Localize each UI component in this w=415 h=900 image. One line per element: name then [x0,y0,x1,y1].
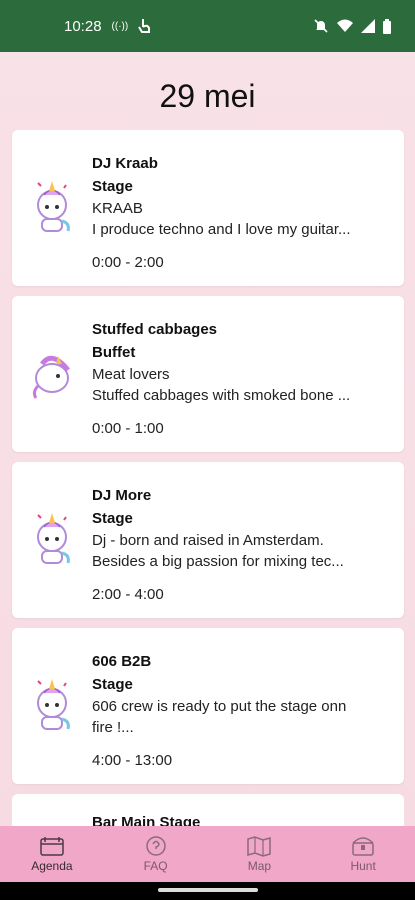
event-time: 0:00 - 2:00 [92,254,164,271]
page-title: 29 mei [159,78,256,114]
status-time: 10:28 [64,17,102,35]
event-location: Buffet [92,344,136,361]
event-card[interactable]: Bar Main Stage [12,794,404,826]
nav-map[interactable]: Map [219,835,299,873]
hunt-icon [352,837,374,856]
nav-label: Map [247,859,272,873]
faq-icon [145,836,166,856]
signal-icon [361,19,375,33]
event-description: Meat lovers [92,366,170,383]
status-bar: 10:28 ((·)) [0,0,415,52]
event-location: Stage [92,676,133,693]
event-description: I produce techno and I love my guitar... [92,221,351,238]
map-icon [247,836,272,857]
event-description: Dj - born and raised in Amsterdam. [92,532,324,549]
agenda-icon [40,837,64,856]
unicorn-icon [12,462,92,618]
nav-agenda[interactable]: Agenda [12,835,92,873]
event-name: Bar Main Stage [92,814,201,826]
event-list: DJ Kraab Stage KRAAB I produce techno an… [12,130,404,794]
nav-faq[interactable]: FAQ [116,835,196,873]
event-description: Besides a big passion for mixing tec... [92,553,344,570]
cast-icon: ((·)) [111,20,129,32]
event-card[interactable]: Stuffed cabbages Buffet Meat lovers Stuf… [12,296,404,452]
event-time: 2:00 - 4:00 [92,586,164,603]
event-description: KRAAB [92,200,143,217]
battery-icon [383,18,391,34]
unicorn-icon [12,130,92,286]
wifi-icon [337,19,353,32]
mute-icon [314,19,328,33]
event-card[interactable]: 606 B2B Stage 606 crew is ready to put t… [12,628,404,784]
event-time: 4:00 - 13:00 [92,752,173,769]
event-name: Stuffed cabbages [92,321,218,338]
bottom-navigation: Agenda FAQ Map Hunt [0,826,415,882]
event-description: Stuffed cabbages with smoked bone ... [92,387,351,404]
event-location: Stage [92,178,133,195]
nav-label: Hunt [350,859,376,873]
event-card[interactable]: DJ More Stage Dj - born and raised in Am… [12,462,404,618]
event-card[interactable]: DJ Kraab Stage KRAAB I produce techno an… [12,130,404,286]
unicorn-icon [12,628,92,784]
event-description: 606 crew is ready to put the stage onn [92,698,347,715]
touch-icon [138,19,151,33]
event-name: DJ More [92,487,152,504]
event-name: DJ Kraab [92,155,158,172]
home-indicator[interactable] [158,888,258,892]
unicorn-side-icon [12,296,92,452]
nav-label: FAQ [143,859,168,873]
event-description: fire !... [92,719,134,736]
event-name: 606 B2B [92,653,152,670]
event-time: 0:00 - 1:00 [92,420,164,437]
event-location: Stage [92,510,133,527]
gesture-bar [0,882,415,900]
agenda-screen: 29 mei DJ Kraab Stage KRAAB I produce te… [0,52,415,826]
nav-hunt[interactable]: Hunt [323,835,403,873]
nav-label: Agenda [31,859,73,873]
